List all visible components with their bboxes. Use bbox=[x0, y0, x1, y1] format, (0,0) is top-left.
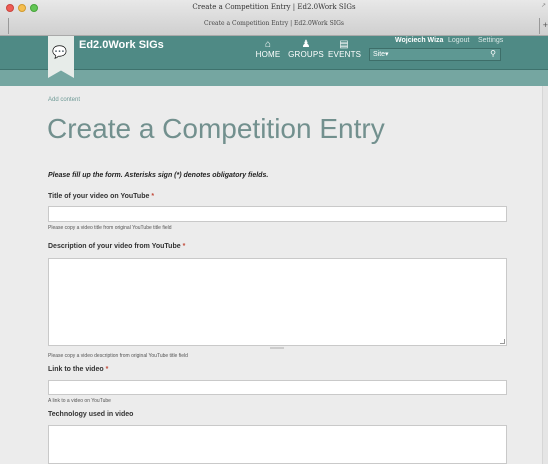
chat-bubbles-icon: 💬 bbox=[52, 45, 67, 59]
field-label-text: Link to the video bbox=[48, 366, 104, 373]
search-icon[interactable]: ⚲ bbox=[490, 49, 496, 58]
nav-home[interactable]: ⌂ HOME bbox=[254, 39, 282, 63]
field-label-text: Title of your video on YouTube bbox=[48, 193, 150, 200]
nav-groups-label: GROUPS bbox=[288, 50, 324, 59]
calendar-icon: ▤ bbox=[339, 39, 349, 50]
video-link-input[interactable] bbox=[48, 380, 507, 395]
field-help-link: A link to a video on YouTube bbox=[48, 398, 111, 404]
field-label-text: Description of your video from YouTube bbox=[48, 243, 181, 250]
window-titlebar: Create a Competition Entry | Ed2.0Work S… bbox=[0, 0, 548, 36]
user-name-link[interactable]: Wojciech Wiza bbox=[395, 37, 443, 44]
nav-events-label: EVENTS bbox=[328, 50, 362, 59]
required-mark: * bbox=[182, 243, 186, 250]
field-label-link: Link to the video * bbox=[48, 366, 108, 373]
nav-groups[interactable]: ♟ GROUPS bbox=[287, 39, 325, 63]
field-label-title: Title of your video on YouTube * bbox=[48, 193, 154, 200]
tab-divider bbox=[539, 18, 540, 34]
logout-link[interactable]: Logout bbox=[448, 37, 469, 44]
textarea-resize-handle[interactable] bbox=[270, 347, 284, 349]
textarea-resize-corner[interactable] bbox=[500, 339, 505, 344]
breadcrumb[interactable]: Add content bbox=[48, 97, 80, 103]
groups-icon: ♟ bbox=[301, 39, 311, 50]
nav-home-label: HOME bbox=[255, 50, 281, 59]
settings-link[interactable]: Settings bbox=[478, 37, 503, 44]
video-description-textarea[interactable] bbox=[48, 258, 507, 346]
field-help-title: Please copy a video title from original … bbox=[48, 225, 172, 231]
fullscreen-icon[interactable]: ↗ bbox=[541, 2, 546, 9]
field-label-description: Description of your video from YouTube * bbox=[48, 243, 185, 250]
page-scrollbar[interactable] bbox=[542, 86, 548, 464]
site-name[interactable]: Ed2.0Work SIGs bbox=[79, 39, 164, 51]
required-mark: * bbox=[105, 366, 109, 373]
search-input[interactable]: Site▾ ⚲ bbox=[369, 48, 501, 61]
home-icon: ⌂ bbox=[264, 39, 272, 50]
technology-textarea[interactable] bbox=[48, 425, 507, 464]
required-mark: * bbox=[151, 193, 155, 200]
browser-tab[interactable]: Create a Competition Entry | Ed2.0Work S… bbox=[0, 20, 548, 27]
form-intro-text: Please fill up the form. Asterisks sign … bbox=[48, 172, 269, 179]
field-label-technology: Technology used in video bbox=[48, 411, 133, 418]
field-label-text: Technology used in video bbox=[48, 411, 134, 418]
video-title-input[interactable] bbox=[48, 206, 507, 222]
search-scope-dropdown[interactable]: Site▾ bbox=[373, 50, 389, 58]
window-title: Create a Competition Entry | Ed2.0Work S… bbox=[192, 3, 356, 11]
field-help-description: Please copy a video description from ori… bbox=[48, 353, 188, 359]
header-band bbox=[0, 70, 548, 86]
new-tab-icon[interactable]: + bbox=[543, 20, 548, 30]
page-title: Create a Competition Entry bbox=[47, 113, 385, 144]
nav-events[interactable]: ▤ EVENTS bbox=[328, 39, 362, 63]
